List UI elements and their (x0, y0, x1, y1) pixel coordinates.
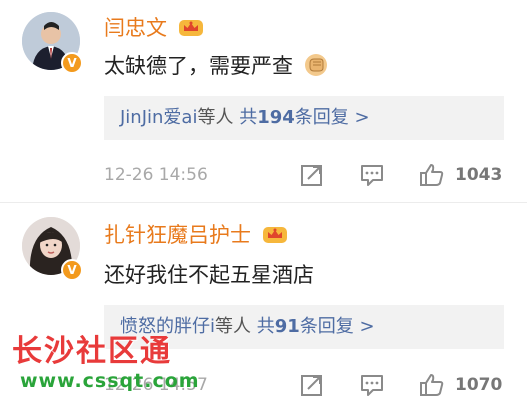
comment-text: 还好我住不起五星酒店 (104, 259, 314, 289)
username[interactable]: 扎针狂魔吕护士 (104, 219, 288, 249)
comment-meta: 12-26 14:57 1070 (0, 366, 527, 404)
comment-icon[interactable] (358, 372, 386, 398)
username-text[interactable]: 扎针狂魔吕护士 (104, 223, 251, 247)
timestamp: 12-26 14:56 (104, 165, 208, 185)
reply-users[interactable]: JinJin爱ai (120, 107, 197, 128)
vip-crown-icon (178, 17, 204, 42)
reply-users-suffix: 等人 (215, 316, 252, 337)
thumbs-up-icon[interactable] (418, 162, 446, 188)
timestamp: 12-26 14:57 (104, 375, 208, 395)
comment-item: V 闫忠文 太缺德了，需要严查 JinJin爱ai等人 共194条回复 > 12… (0, 0, 527, 202)
comment-text: 太缺德了，需要严查 (104, 50, 328, 82)
reply-count[interactable]: 共194条回复 > (239, 107, 369, 128)
replies-summary[interactable]: 愤怒的胖仔i等人 共91条回复 > (104, 305, 504, 349)
replies-summary[interactable]: JinJin爱ai等人 共194条回复 > (104, 96, 504, 140)
reply-count-suffix: 条回复 > (299, 316, 375, 337)
reply-count-number: 91 (274, 316, 300, 337)
comment-meta: 12-26 14:56 1043 (0, 156, 527, 196)
username-text[interactable]: 闫忠文 (104, 16, 167, 40)
verified-badge: V (61, 259, 83, 281)
share-icon[interactable] (298, 372, 326, 398)
reply-count-suffix: 条回复 > (294, 107, 370, 128)
thumbs-up-icon[interactable] (418, 372, 446, 398)
reply-count[interactable]: 共91条回复 > (257, 316, 375, 337)
like-count: 1043 (455, 165, 503, 185)
comment-icon[interactable] (358, 162, 386, 188)
comment-text-content: 太缺德了，需要严查 (104, 54, 293, 78)
reply-users-suffix: 等人 (197, 107, 234, 128)
username[interactable]: 闫忠文 (104, 12, 204, 42)
share-icon[interactable] (298, 162, 326, 188)
like-count: 1070 (455, 375, 503, 395)
comment-text-content: 还好我住不起五星酒店 (104, 263, 314, 287)
reply-count-prefix: 共 (256, 316, 275, 337)
fist-emoji-icon (304, 53, 328, 82)
vip-crown-icon (262, 224, 288, 249)
reply-count-prefix: 共 (239, 107, 258, 128)
verified-badge: V (61, 52, 83, 74)
comment-item: V 扎针狂魔吕护士 还好我住不起五星酒店 愤怒的胖仔i等人 共91条回复 > 1… (0, 203, 527, 404)
reply-users[interactable]: 愤怒的胖仔i (120, 316, 215, 337)
reply-count-number: 194 (257, 107, 295, 128)
